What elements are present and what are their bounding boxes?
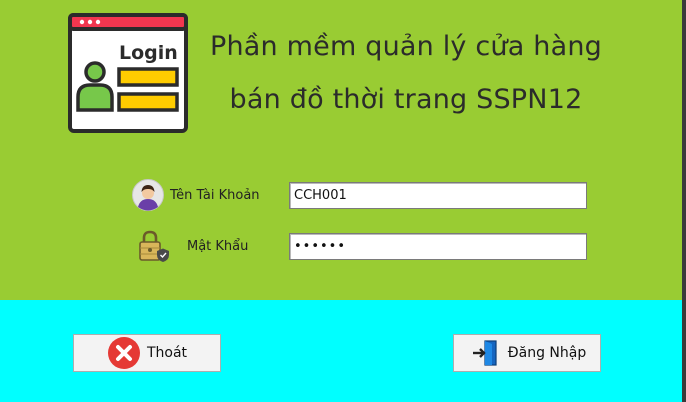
app-title-line1: Phần mềm quản lý cửa hàng — [210, 31, 602, 62]
login-logo-icon: Login — [67, 13, 189, 135]
window-edge — [682, 0, 686, 402]
logo-text: Login — [119, 42, 178, 64]
close-circle-icon — [107, 336, 141, 370]
username-input[interactable] — [289, 182, 587, 209]
password-input[interactable] — [289, 233, 587, 260]
sign-in-door-icon — [468, 336, 502, 370]
login-button[interactable]: Đăng Nhập — [453, 334, 601, 372]
exit-button-label: Thoát — [146, 345, 188, 361]
user-avatar-icon — [132, 179, 164, 211]
padlock-icon — [136, 229, 170, 263]
exit-button[interactable]: Thoát — [73, 334, 221, 372]
login-button-label: Đăng Nhập — [507, 345, 587, 361]
password-label: Mật Khẩu — [187, 239, 249, 254]
app-title-line2: bán đồ thời trang SSPN12 — [229, 84, 583, 115]
username-label: Tên Tài Khoản — [170, 188, 260, 203]
